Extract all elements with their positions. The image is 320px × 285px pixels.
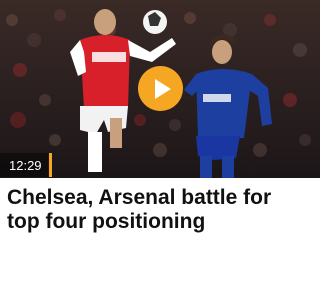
duration-accent-bar (48, 153, 52, 177)
video-card[interactable]: 12:29 Chelsea, Arsenal battle for top fo… (0, 0, 320, 285)
play-button[interactable] (138, 66, 183, 111)
play-icon (154, 78, 171, 99)
article-headline[interactable]: Chelsea, Arsenal battle for top four pos… (7, 186, 307, 234)
video-duration-badge: 12:29 (0, 153, 52, 177)
video-duration: 12:29 (9, 157, 42, 173)
video-thumbnail[interactable]: 12:29 (0, 0, 320, 178)
